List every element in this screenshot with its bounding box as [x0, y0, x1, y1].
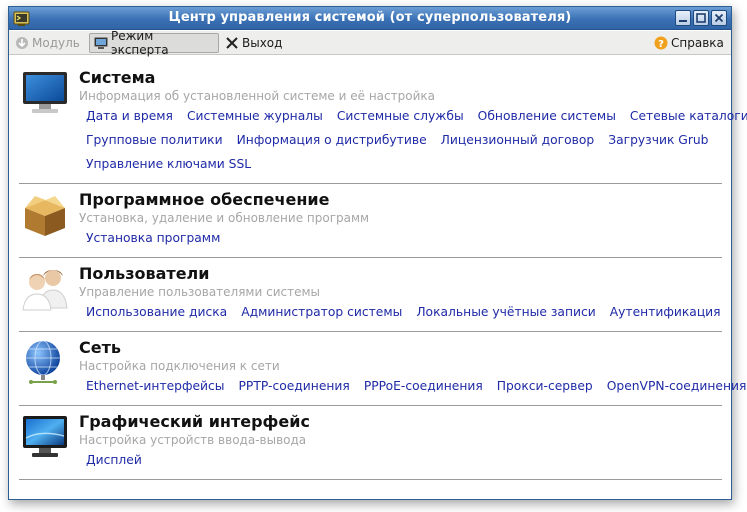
- link-system-update[interactable]: Обновление системы: [478, 107, 616, 131]
- link-openvpn[interactable]: OpenVPN-соединения: [607, 377, 747, 401]
- exit-button[interactable]: Выход: [221, 33, 286, 53]
- exit-x-icon: [225, 36, 239, 50]
- title-bar[interactable]: Центр управления системой (от суперпольз…: [9, 7, 731, 30]
- link-system-logs[interactable]: Системные журналы: [187, 107, 323, 131]
- section-network: Сеть Настройка подключения к сети Ethern…: [19, 336, 746, 406]
- section-users: Пользователи Управление пользователями с…: [19, 262, 722, 332]
- toolbar: Модуль Режим эксперта Выход ? Справка: [9, 29, 731, 57]
- link-display[interactable]: Дисплей: [86, 451, 142, 475]
- window-title: Центр управления системой (от суперпольз…: [168, 10, 572, 25]
- section-links: Дисплей: [86, 451, 726, 475]
- svg-text:?: ?: [658, 39, 664, 50]
- help-question-icon: ?: [654, 36, 668, 50]
- help-label: Справка: [671, 36, 724, 50]
- section-description: Установка, удаление и обновление програм…: [79, 211, 370, 225]
- expert-mode-label: Режим эксперта: [111, 29, 169, 57]
- section-description: Настройка устройств ввода-вывода: [79, 433, 307, 447]
- link-ethernet[interactable]: Ethernet-интерфейсы: [86, 377, 225, 401]
- section-links: Дата и время Системные журналы Системные…: [86, 107, 747, 179]
- link-system-services[interactable]: Системные службы: [337, 107, 464, 131]
- users-icon: [21, 264, 69, 312]
- link-license-agreement[interactable]: Лицензионный договор: [441, 131, 595, 155]
- package-box-icon: [21, 190, 69, 238]
- module-list: Система Информация об установленной сист…: [9, 56, 747, 501]
- monitor-small-icon: [94, 36, 108, 50]
- section-title: Система: [79, 68, 156, 87]
- link-ssl-keys[interactable]: Управление ключами SSL: [86, 155, 251, 179]
- link-date-time[interactable]: Дата и время: [86, 107, 173, 131]
- section-links: Использование диска Администратор систем…: [86, 303, 726, 327]
- link-pptp[interactable]: PPTP-соединения: [239, 377, 350, 401]
- module-label: Модуль: [32, 36, 80, 50]
- link-grub-loader[interactable]: Загрузчик Grub: [608, 131, 708, 155]
- section-title: Пользователи: [79, 264, 210, 283]
- section-system: Система Информация об установленной сист…: [19, 66, 747, 184]
- section-description: Настройка подключения к сети: [79, 359, 280, 373]
- link-system-administrator[interactable]: Администратор системы: [241, 303, 402, 327]
- section-title: Графический интерфейс: [79, 412, 310, 431]
- network-globe-icon: [21, 338, 69, 386]
- section-description: Управление пользователями системы: [79, 285, 320, 299]
- section-title: Сеть: [79, 338, 121, 357]
- section-links: Установка программ: [86, 229, 726, 253]
- arrow-down-circle-icon: [15, 36, 29, 50]
- section-graphics: Графический интерфейс Настройка устройст…: [19, 410, 722, 480]
- section-links: Ethernet-интерфейсы PPTP-соединения PPPo…: [86, 377, 746, 401]
- link-disk-usage[interactable]: Использование диска: [86, 303, 227, 327]
- link-authentication[interactable]: Аутентификация: [610, 303, 721, 327]
- link-pppoe[interactable]: PPPoE-соединения: [364, 377, 483, 401]
- monitor-icon: [21, 68, 69, 116]
- display-icon: [21, 412, 69, 460]
- section-software: Программное обеспечение Установка, удале…: [19, 188, 722, 258]
- maximize-button[interactable]: [693, 10, 709, 26]
- expert-mode-button[interactable]: Режим эксперта: [89, 29, 219, 57]
- main-window: Центр управления системой (от суперпольз…: [8, 6, 747, 501]
- link-group-policies[interactable]: Групповые политики: [86, 131, 223, 155]
- link-network-directories[interactable]: Сетевые каталоги: [630, 107, 747, 131]
- link-distro-info[interactable]: Информация о дистрибутиве: [237, 131, 427, 155]
- link-local-accounts[interactable]: Локальные учётные записи: [416, 303, 595, 327]
- module-button[interactable]: Модуль: [11, 33, 84, 53]
- help-button[interactable]: ? Справка: [650, 33, 728, 53]
- exit-label: Выход: [242, 36, 283, 50]
- section-title: Программное обеспечение: [79, 190, 330, 209]
- link-install-software[interactable]: Установка программ: [86, 229, 220, 253]
- section-description: Информация об установленной системе и её…: [79, 89, 435, 103]
- link-proxy[interactable]: Прокси-сервер: [497, 377, 593, 401]
- minimize-button[interactable]: [675, 10, 691, 26]
- close-button[interactable]: [711, 10, 727, 26]
